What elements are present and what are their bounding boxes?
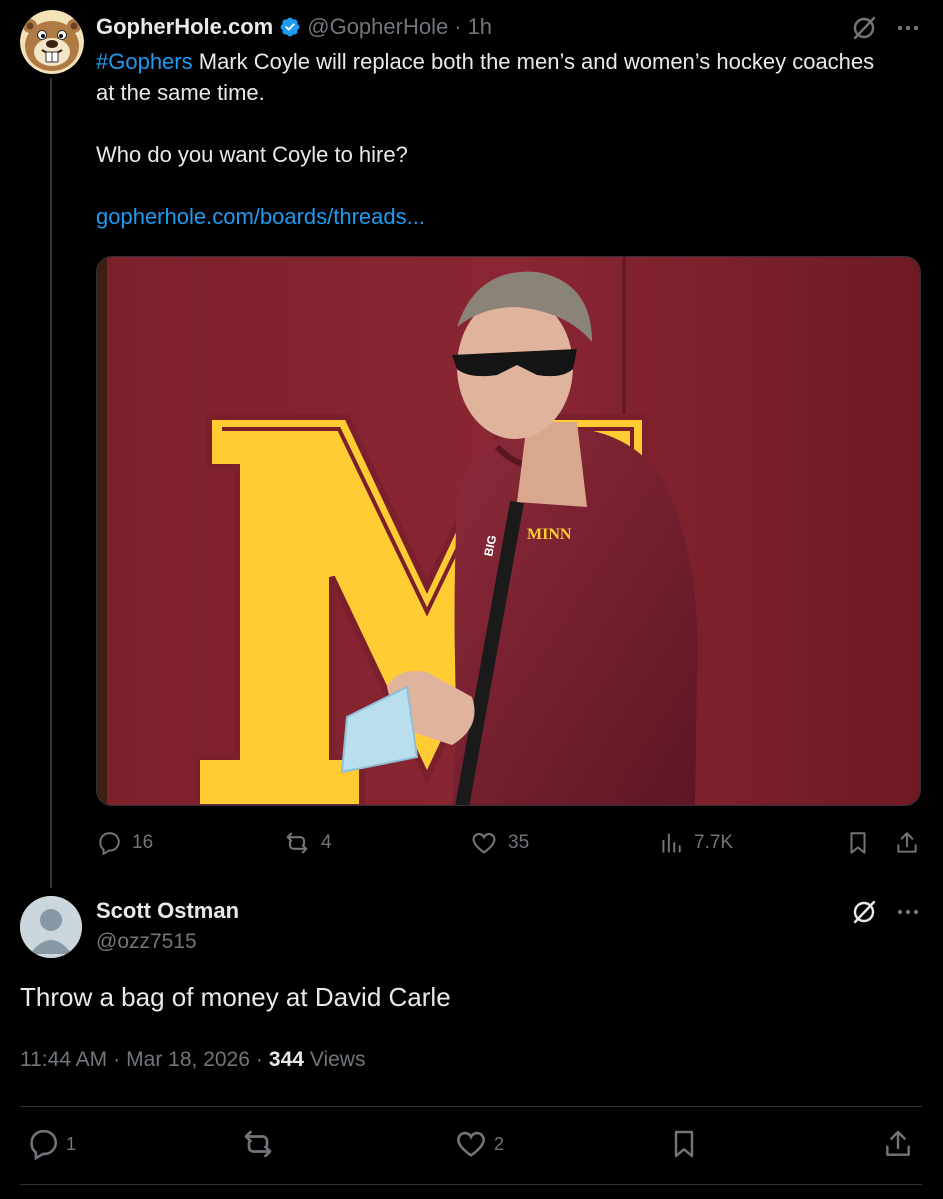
- tweet-timestamp[interactable]: 1h: [468, 14, 492, 40]
- gopherhole-avatar[interactable]: [20, 10, 84, 74]
- more-options-button[interactable]: [892, 12, 924, 44]
- more-icon: [897, 909, 919, 915]
- views-action[interactable]: 7.7K: [658, 826, 733, 860]
- bookmark-action[interactable]: [845, 826, 871, 860]
- reply-reply-count: 1: [66, 1133, 77, 1154]
- reply-grok-button[interactable]: [848, 896, 880, 928]
- gopher-mascot-icon: [20, 10, 84, 74]
- reply-body-text: Throw a bag of money at David Carle: [20, 982, 451, 1012]
- reply-bookmark-action[interactable]: [668, 1126, 700, 1162]
- grok-icon: [853, 16, 876, 40]
- tweet-media-image[interactable]: M BIG MINN: [96, 256, 921, 806]
- reply-time[interactable]: 11:44 AM: [20, 1048, 107, 1072]
- hashtag-link[interactable]: #Gophers: [96, 49, 193, 74]
- hoodie-logo: MINN: [527, 526, 572, 543]
- views-count: 7.7K: [694, 832, 734, 853]
- tweet-url-link[interactable]: gopherhole.com/boards/threads...: [96, 201, 896, 232]
- share-icon: [897, 832, 917, 853]
- tweet-paragraph-2: Who do you want Coyle to hire?: [96, 142, 408, 167]
- bookmark-icon: [850, 832, 866, 854]
- tweet-header: GopherHole.com @GopherHole · 1h: [96, 12, 492, 42]
- share-icon: [886, 1130, 910, 1156]
- reply-action[interactable]: 16: [96, 826, 153, 860]
- views-chart-icon: [662, 833, 681, 853]
- thread-connector-line: [50, 78, 52, 888]
- heart-icon: [472, 832, 496, 854]
- tweet-body: #Gophers Mark Coyle will replace both th…: [96, 46, 896, 232]
- repost-action[interactable]: 4: [283, 826, 332, 860]
- grok-button[interactable]: [848, 12, 880, 44]
- like-count: 35: [508, 832, 530, 853]
- reply-meta-row: 11:44 AM · Mar 18, 2026 · 344 Views: [20, 1048, 365, 1072]
- reply-author-handle[interactable]: @ozz7515: [96, 930, 197, 954]
- reply-share-action[interactable]: [882, 1126, 914, 1162]
- header-separator: ·: [454, 14, 462, 39]
- repost-icon: [244, 1130, 272, 1158]
- reply-date[interactable]: Mar 18, 2026: [126, 1048, 250, 1072]
- author-display-name[interactable]: GopherHole.com: [96, 14, 273, 40]
- repost-icon: [286, 832, 308, 854]
- reply-icon: [99, 832, 120, 856]
- meta-separator-1: ·: [113, 1048, 121, 1071]
- reply-icon: [30, 1129, 57, 1161]
- verified-badge-icon: [280, 17, 300, 37]
- share-action[interactable]: [894, 826, 920, 860]
- more-icon: [897, 25, 919, 31]
- reply-like-action[interactable]: 2: [454, 1126, 504, 1162]
- divider-top: [20, 1106, 922, 1107]
- reply-like-count: 2: [494, 1133, 505, 1154]
- reply-more-options-button[interactable]: [892, 896, 924, 928]
- heart-icon: [457, 1131, 485, 1157]
- repost-count: 4: [321, 832, 332, 853]
- bookmark-icon: [674, 1130, 694, 1158]
- divider-bottom: [20, 1184, 922, 1185]
- photo-coyle: M BIG MINN: [97, 257, 920, 805]
- reply-count: 16: [132, 832, 154, 853]
- reply-author-avatar[interactable]: [20, 896, 82, 958]
- reply-views-count: 344: [268, 1048, 304, 1071]
- reply-repost-action[interactable]: [240, 1126, 276, 1162]
- default-avatar-icon: [20, 896, 82, 958]
- tweet-paragraph-1-text: Mark Coyle will replace both the men’s a…: [96, 49, 875, 105]
- meta-separator-2: ·: [255, 1048, 263, 1071]
- reply-reply-action[interactable]: 1: [26, 1126, 76, 1162]
- reply-author-display-name[interactable]: Scott Ostman: [96, 898, 239, 924]
- like-action[interactable]: 35: [470, 826, 529, 860]
- reply-views-label: Views: [309, 1048, 366, 1071]
- tweet-paragraph-1: #Gophers Mark Coyle will replace both th…: [96, 46, 896, 108]
- author-handle[interactable]: @GopherHole: [307, 14, 448, 40]
- grok-icon: [853, 900, 876, 924]
